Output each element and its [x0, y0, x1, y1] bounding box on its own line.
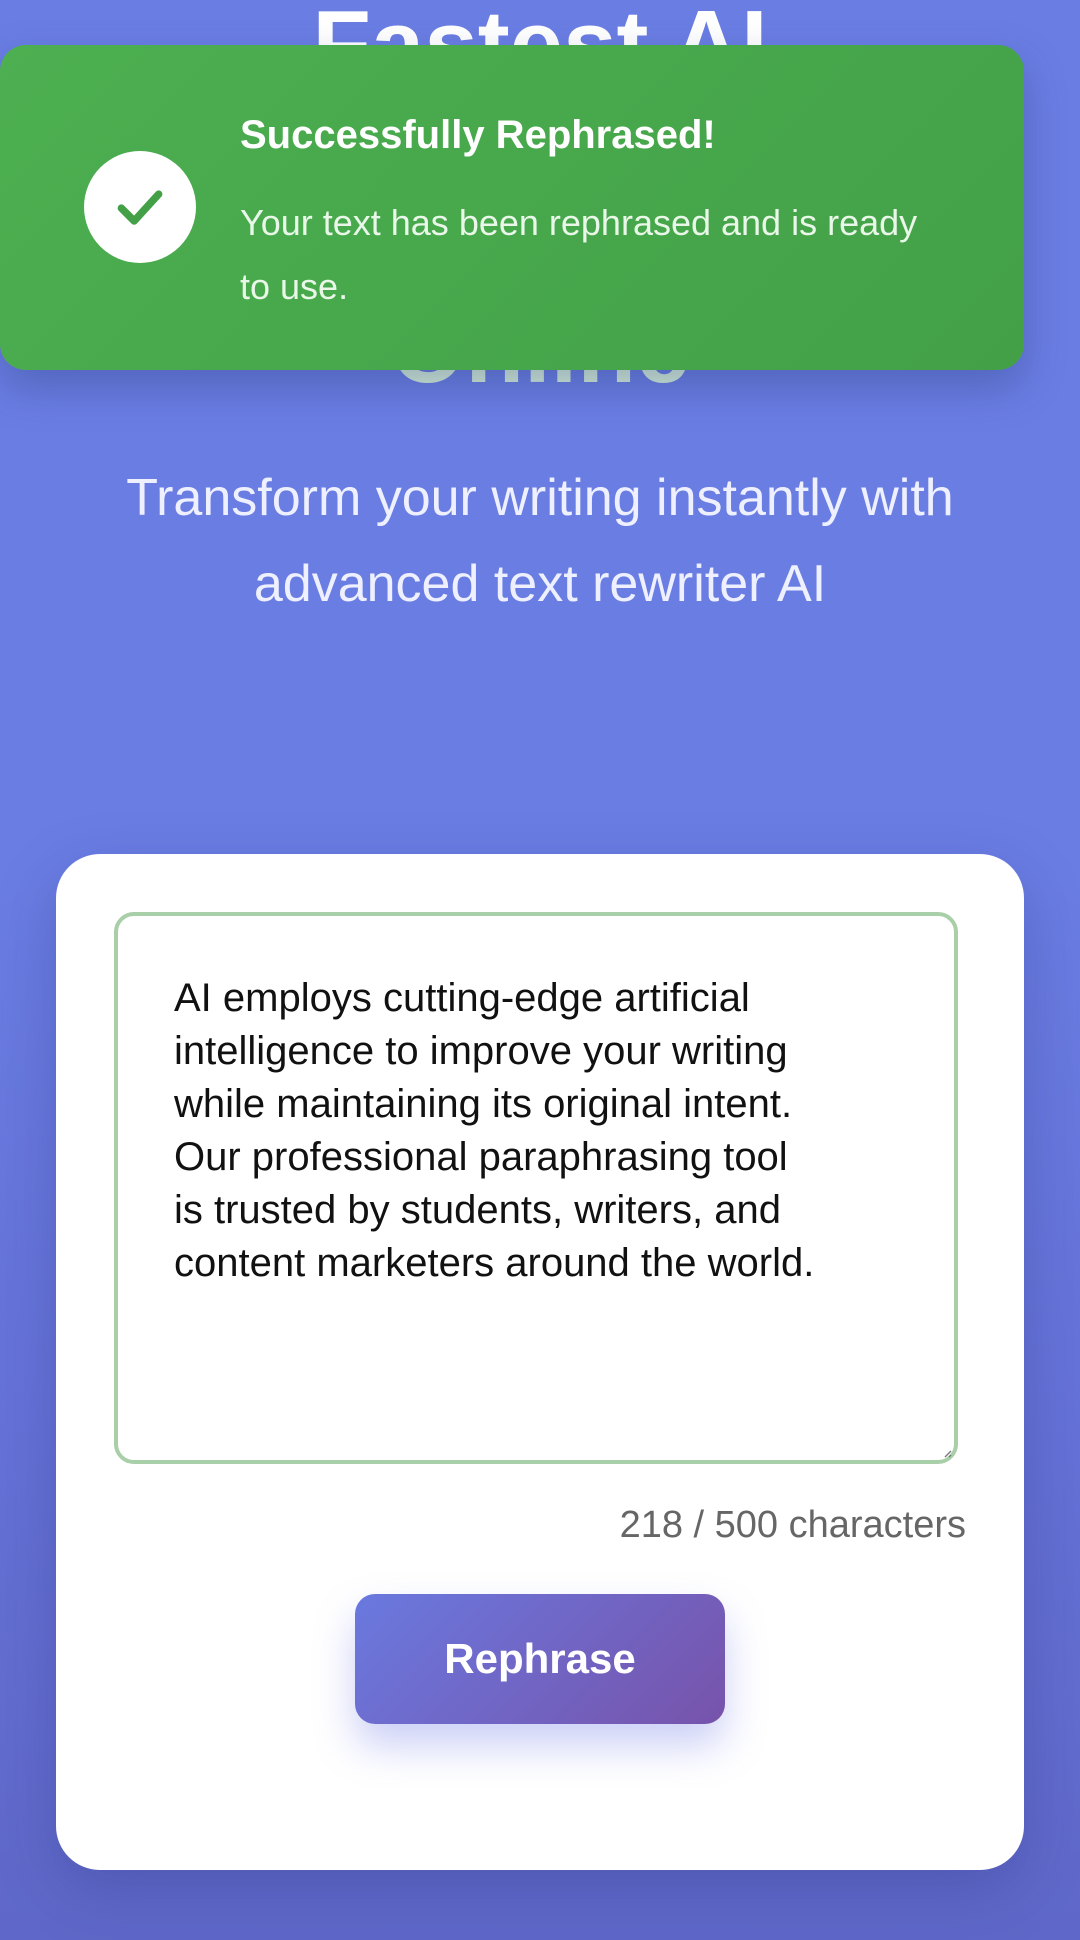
check-icon [84, 151, 196, 263]
resize-handle-icon[interactable] [942, 1448, 952, 1458]
toast-message: Your text has been rephrased and is read… [240, 202, 918, 307]
toast-title: Successfully Rephrased! [240, 113, 716, 157]
input-text: AI employs cutting-edge artificial intel… [174, 976, 815, 1285]
hero-subtitle: Transform your writing instantly with ad… [126, 469, 954, 613]
character-counter: 218 / 500 characters [619, 1504, 966, 1546]
rephrase-button[interactable]: Rephrase [355, 1594, 725, 1724]
rephrase-card: AI employs cutting-edge artificial intel… [56, 854, 1024, 1870]
input-textarea[interactable]: AI employs cutting-edge artificial intel… [114, 912, 958, 1464]
success-toast[interactable]: Successfully Rephrased! Your text has be… [0, 45, 1024, 370]
